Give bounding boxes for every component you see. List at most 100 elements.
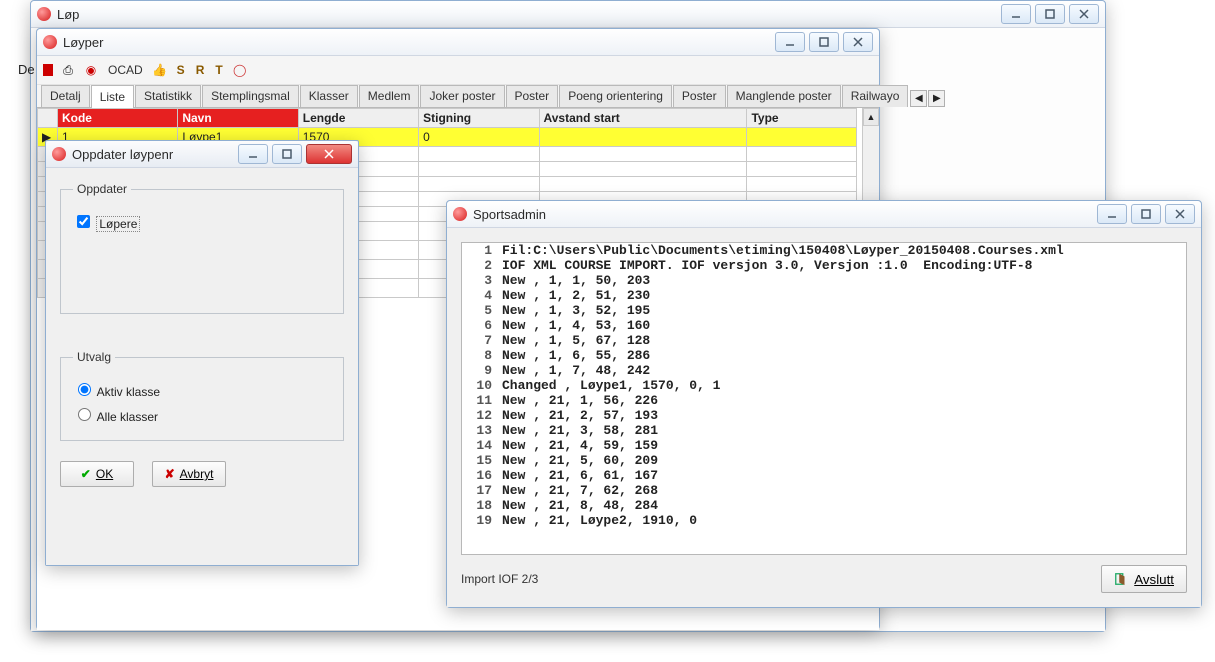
close-button[interactable]	[1069, 4, 1099, 24]
col-kode[interactable]: Kode	[57, 109, 177, 128]
aktiv-klasse-label[interactable]: Aktiv klasse	[73, 380, 331, 399]
tab-poeng-orientering[interactable]: Poeng orientering	[559, 85, 672, 107]
avslutt-button[interactable]: Avslutt	[1101, 565, 1187, 593]
row-marker-header	[38, 109, 58, 128]
check-icon: ✔	[81, 467, 91, 481]
minimize-button[interactable]	[1001, 4, 1031, 24]
oppdater-group: Oppdater Løpere	[60, 182, 344, 314]
thumbs-icon[interactable]: 👍	[152, 62, 168, 78]
log-line: 18New , 21, 8, 48, 284	[462, 498, 1186, 513]
save-icon[interactable]	[43, 64, 53, 76]
circle-icon[interactable]: ◯	[232, 62, 248, 78]
line-number: 19	[462, 513, 498, 528]
lopere-text: Løpere	[96, 216, 140, 232]
target-icon[interactable]: ◉	[83, 62, 99, 78]
maximize-button[interactable]	[809, 32, 839, 52]
app-icon	[52, 147, 66, 161]
cell-avstand[interactable]	[539, 147, 747, 162]
oppdater-titlebar[interactable]: Oppdater løypenr	[46, 141, 358, 167]
log-line: 11New , 21, 1, 56, 226	[462, 393, 1186, 408]
loyper-titlebar[interactable]: Løyper	[37, 29, 879, 55]
log-line: 14New , 21, 4, 59, 159	[462, 438, 1186, 453]
line-text: IOF XML COURSE IMPORT. IOF versjon 3.0, …	[498, 258, 1186, 273]
line-number: 4	[462, 288, 498, 303]
alle-klasser-text: Alle klasser	[97, 410, 158, 424]
col-avstand-start[interactable]: Avstand start	[539, 109, 747, 128]
sportsadmin-titlebar[interactable]: Sportsadmin	[447, 201, 1201, 227]
col-lengde[interactable]: Lengde	[298, 109, 418, 128]
tab-liste[interactable]: Liste	[91, 85, 134, 108]
tab-detalj[interactable]: Detalj	[41, 85, 90, 107]
aktiv-klasse-radio[interactable]	[78, 383, 91, 396]
tab-medlem[interactable]: Medlem	[359, 85, 420, 107]
tab-statistikk[interactable]: Statistikk	[135, 85, 201, 107]
close-button[interactable]	[843, 32, 873, 52]
line-number: 14	[462, 438, 498, 453]
log-line: 10Changed , Løype1, 1570, 0, 1	[462, 378, 1186, 393]
maximize-button[interactable]	[1035, 4, 1065, 24]
log-line: 1Fil:C:\Users\Public\Documents\etiming\1…	[462, 243, 1186, 258]
cell-type[interactable]	[747, 147, 857, 162]
cell-stigning[interactable]	[419, 162, 539, 177]
tab-stemplingsmal[interactable]: Stemplingsmal	[202, 85, 299, 107]
line-text: New , 21, Løype2, 1910, 0	[498, 513, 1186, 528]
log-line: 16New , 21, 6, 61, 167	[462, 468, 1186, 483]
lop-titlebar[interactable]: Løp	[31, 1, 1105, 27]
toolbar-letter-s[interactable]: S	[175, 63, 187, 77]
cell-type[interactable]	[747, 128, 857, 147]
col-type[interactable]: Type	[747, 109, 857, 128]
cell-avstand[interactable]	[539, 128, 747, 147]
minimize-button[interactable]	[775, 32, 805, 52]
tab-right-button[interactable]: ▶	[928, 90, 945, 107]
lopere-label[interactable]: Løpere	[73, 212, 331, 231]
log-line: 13New , 21, 3, 58, 281	[462, 423, 1186, 438]
line-text: New , 21, 5, 60, 209	[498, 453, 1186, 468]
line-number: 17	[462, 483, 498, 498]
cell-type[interactable]	[747, 162, 857, 177]
cell-avstand[interactable]	[539, 162, 747, 177]
line-text: New , 1, 4, 53, 160	[498, 318, 1186, 333]
log-line: 7New , 1, 5, 67, 128	[462, 333, 1186, 348]
cell-stigning[interactable]	[419, 177, 539, 192]
cell-stigning[interactable]: 0	[419, 128, 539, 147]
alle-klasser-label[interactable]: Alle klasser	[73, 405, 331, 424]
line-text: New , 21, 7, 62, 268	[498, 483, 1186, 498]
close-button[interactable]	[1165, 204, 1195, 224]
tab-left-button[interactable]: ◀	[910, 90, 927, 107]
cancel-button[interactable]: ✘ Avbryt	[152, 461, 226, 487]
log-panel[interactable]: 1Fil:C:\Users\Public\Documents\etiming\1…	[461, 242, 1187, 555]
scroll-up-button[interactable]: ▲	[863, 108, 879, 126]
lop-title: Løp	[57, 7, 1001, 22]
x-icon: ✘	[165, 467, 175, 481]
toolbar: ⎙ ◉ OCAD 👍 S R T ◯	[37, 56, 879, 85]
col-navn[interactable]: Navn	[178, 109, 298, 128]
lopere-checkbox[interactable]	[77, 215, 90, 228]
line-number: 9	[462, 363, 498, 378]
col-stigning[interactable]: Stigning	[419, 109, 539, 128]
tab-joker-poster[interactable]: Joker poster	[420, 85, 504, 107]
oppdater-title: Oppdater løypenr	[72, 147, 238, 162]
cell-type[interactable]	[747, 177, 857, 192]
line-text: New , 21, 3, 58, 281	[498, 423, 1186, 438]
line-text: New , 21, 4, 59, 159	[498, 438, 1186, 453]
tab-manglende-poster[interactable]: Manglende poster	[727, 85, 841, 107]
tab-poster[interactable]: Poster	[506, 85, 559, 107]
cell-avstand[interactable]	[539, 177, 747, 192]
minimize-button[interactable]	[1097, 204, 1127, 224]
oppdater-dialog: Oppdater løypenr Oppdater Løpere Utvalg …	[45, 140, 359, 566]
tab-klasser[interactable]: Klasser	[300, 85, 358, 107]
close-button[interactable]	[306, 144, 352, 164]
print-icon[interactable]: ⎙	[60, 62, 76, 78]
minimize-button[interactable]	[238, 144, 268, 164]
maximize-button[interactable]	[272, 144, 302, 164]
tab-poster[interactable]: Poster	[673, 85, 726, 107]
toolbar-letter-t[interactable]: T	[213, 63, 224, 77]
cell-stigning[interactable]	[419, 147, 539, 162]
toolbar-letter-r[interactable]: R	[194, 63, 207, 77]
ocad-button[interactable]: OCAD	[106, 63, 145, 77]
ok-button[interactable]: ✔ OK	[60, 461, 134, 487]
tab-railwayo[interactable]: Railwayo	[842, 85, 909, 107]
alle-klasser-radio[interactable]	[78, 408, 91, 421]
maximize-button[interactable]	[1131, 204, 1161, 224]
oppdater-legend: Oppdater	[73, 182, 131, 196]
